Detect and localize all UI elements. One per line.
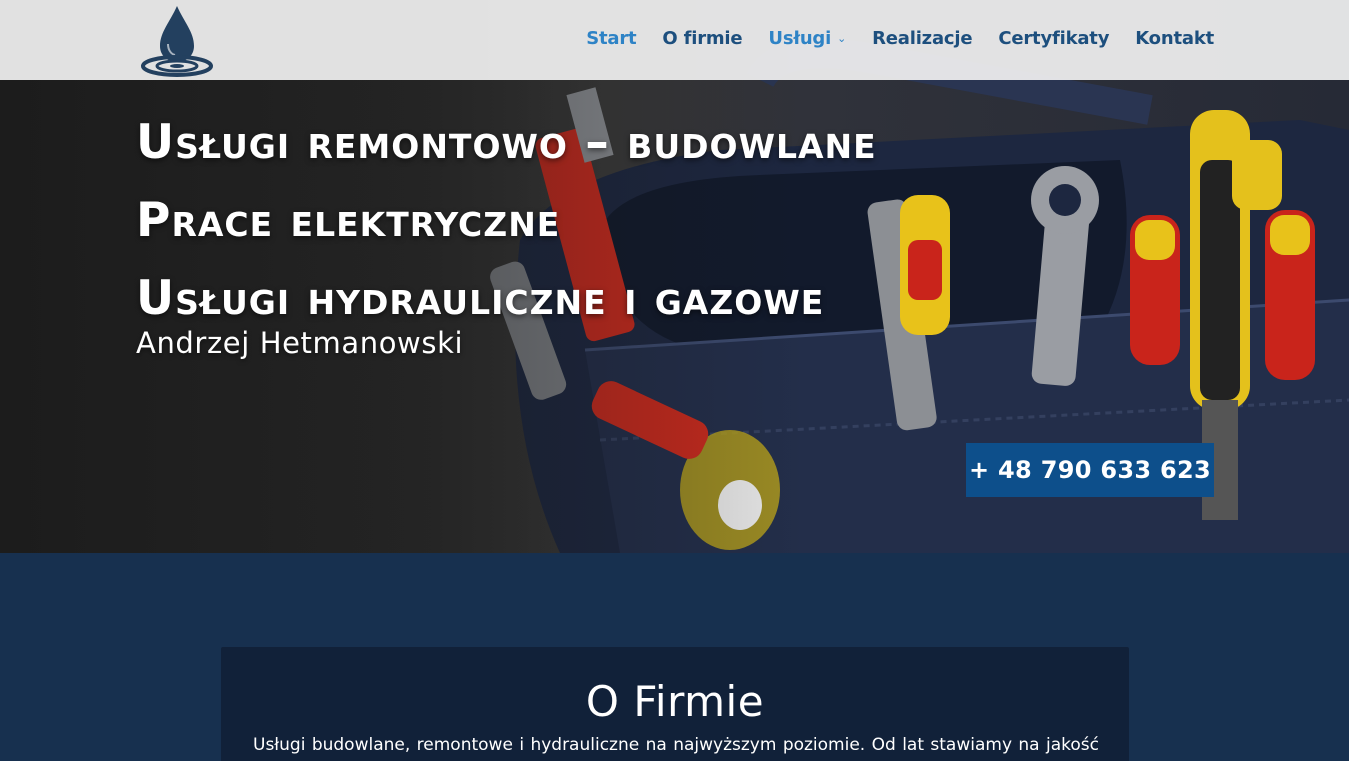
nav-realizacje[interactable]: Realizacje	[872, 28, 972, 49]
nav-kontakt-label: Kontakt	[1135, 28, 1214, 49]
phone-button[interactable]: + 48 790 633 623	[966, 443, 1214, 497]
chevron-down-icon: ⌄	[837, 32, 847, 45]
nav-uslugi[interactable]: Usługi ⌄	[768, 28, 846, 49]
nav-uslugi-label: Usługi	[768, 28, 832, 49]
about-title: O Firmie	[585, 677, 765, 726]
site-header: Start O firmie Usługi ⌄ Realizacje Certyf…	[0, 0, 1349, 80]
nav-start-label: Start	[586, 28, 637, 49]
water-drop-icon	[141, 6, 213, 77]
hero-heading-2: Prace elektryczne	[136, 193, 561, 248]
nav-o-firmie[interactable]: O firmie	[662, 28, 742, 49]
hero-heading-1: Usługi remontowo – budowlane	[136, 115, 877, 170]
nav-o-firmie-label: O firmie	[662, 28, 743, 49]
about-card: O Firmie Usługi budowlane, remontowe i h…	[221, 647, 1129, 761]
about-text: Usługi budowlane, remontowe i hydraulicz…	[253, 735, 1099, 755]
hero-text: Usługi remontowo – budowlane Prace elekt…	[136, 104, 877, 360]
nav-certyfikaty[interactable]: Certyfikaty	[998, 28, 1109, 49]
site-logo[interactable]	[140, 4, 218, 78]
nav-start[interactable]: Start	[586, 28, 636, 49]
nav-realizacje-label: Realizacje	[872, 28, 973, 49]
nav-certyfikaty-label: Certyfikaty	[998, 28, 1110, 49]
main-nav: Start O firmie Usługi ⌄ Realizacje Certyf…	[586, 28, 1214, 49]
nav-kontakt[interactable]: Kontakt	[1135, 28, 1214, 49]
